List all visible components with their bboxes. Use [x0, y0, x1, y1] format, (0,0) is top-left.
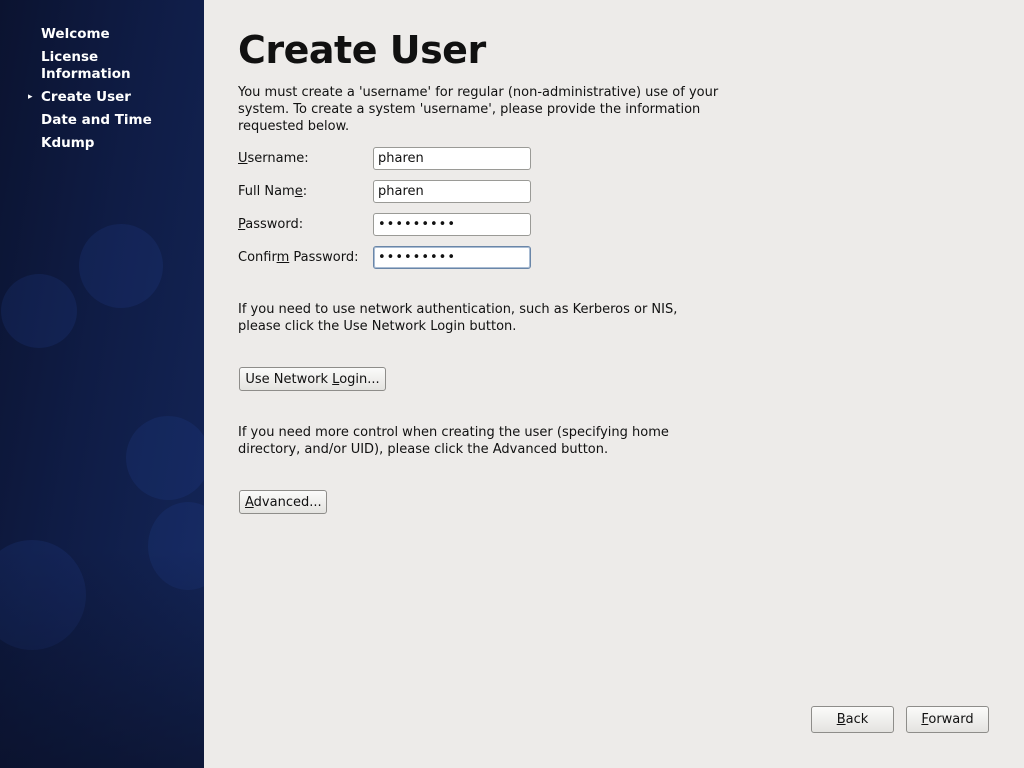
nav-item-label: Kdump	[41, 135, 95, 151]
current-step-arrow-icon: ▸	[28, 92, 33, 102]
confirm-password-row: Confirm Password:	[238, 246, 538, 271]
nav-item-label: Date and Time	[41, 112, 152, 128]
use-network-login-button[interactable]: Use Network Login...	[239, 367, 386, 391]
steps-nav: Welcome License Information ▸ Create Use…	[0, 26, 204, 158]
page-title: Create User	[238, 28, 486, 72]
advanced-button[interactable]: Advanced...	[239, 490, 327, 514]
sidebar: Welcome License Information ▸ Create Use…	[0, 0, 204, 768]
nav-item-label: Create User	[41, 89, 131, 105]
advanced-text: If you need more control when creating t…	[238, 425, 669, 457]
fullname-label: Full Name:	[238, 184, 308, 199]
decorative-bubble	[0, 540, 86, 650]
decorative-bubble	[79, 224, 163, 308]
confirm-password-label: Confirm Password:	[238, 250, 359, 265]
username-label: Username:	[238, 151, 309, 166]
password-label: Password:	[238, 217, 304, 232]
nav-item-create-user[interactable]: ▸ Create User	[0, 89, 171, 106]
nav-item-date-and-time[interactable]: Date and Time	[0, 112, 171, 129]
nav-item-welcome[interactable]: Welcome	[0, 26, 171, 43]
nav-item-kdump[interactable]: Kdump	[0, 135, 171, 152]
decorative-bubble	[1, 274, 77, 348]
password-row: Password:	[238, 213, 538, 238]
forward-button[interactable]: Forward	[906, 706, 989, 733]
fullname-row: Full Name:	[238, 180, 538, 205]
intro-text: You must create a 'username' for regular…	[238, 85, 719, 134]
nav-item-license-information[interactable]: License Information	[0, 49, 171, 83]
password-input[interactable]	[373, 213, 531, 236]
network-auth-text: If you need to use network authenticatio…	[238, 302, 678, 334]
decorative-bubble	[126, 416, 204, 500]
back-button[interactable]: Back	[811, 706, 894, 733]
decorative-bubble	[148, 502, 204, 590]
confirm-password-input[interactable]	[373, 246, 531, 269]
username-input[interactable]	[373, 147, 531, 170]
username-row: Username:	[238, 147, 538, 172]
nav-item-label: License Information	[41, 49, 131, 82]
nav-item-label: Welcome	[41, 26, 110, 42]
fullname-input[interactable]	[373, 180, 531, 203]
